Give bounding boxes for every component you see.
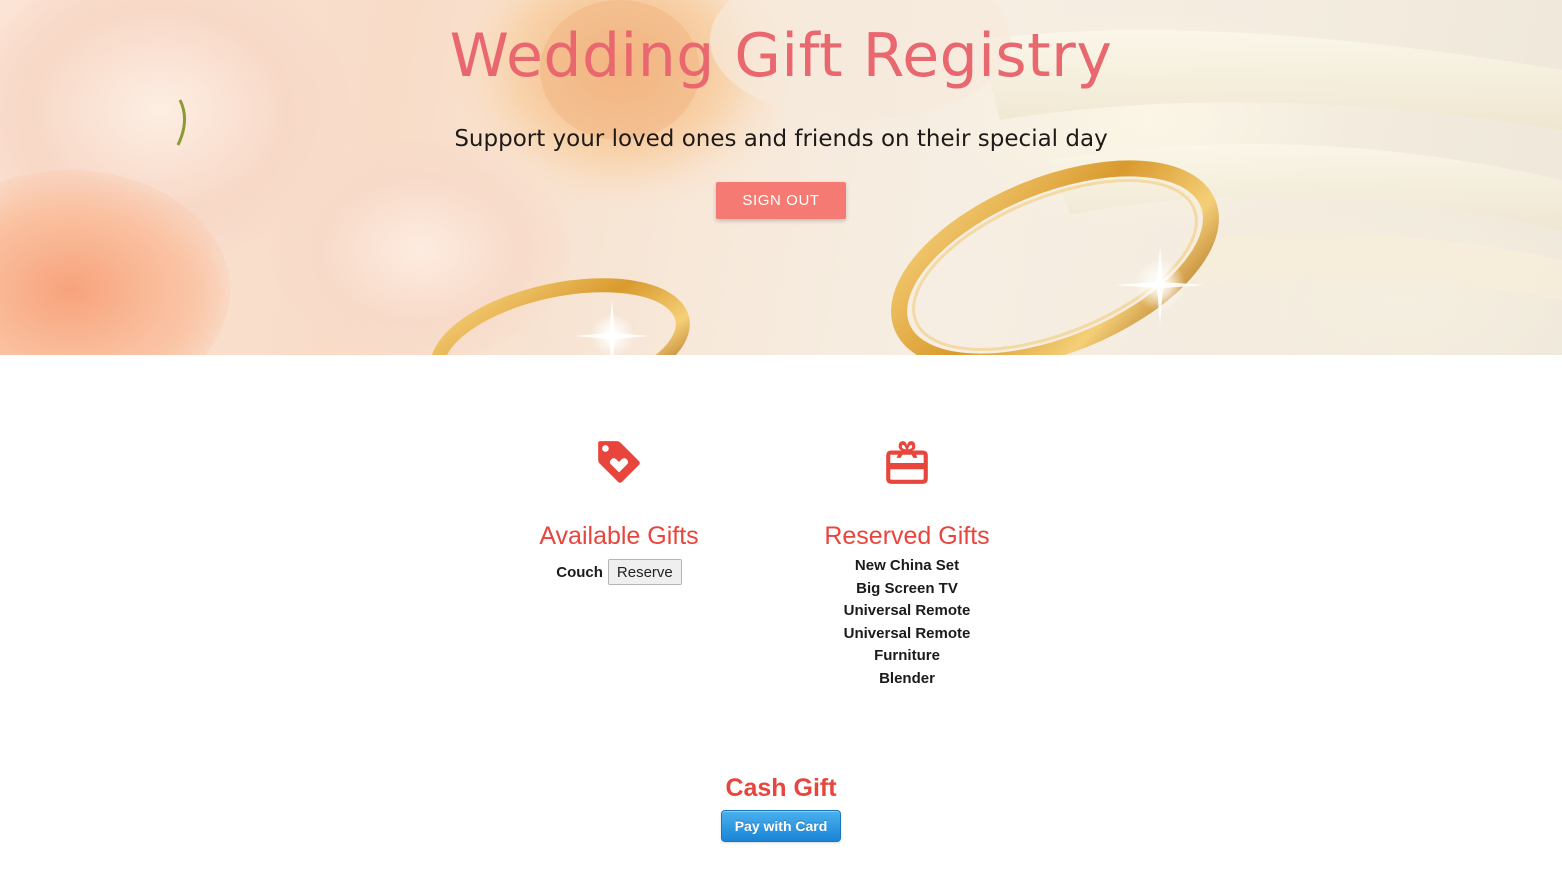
- gift-name: Couch: [556, 563, 603, 581]
- list-item: Furniture: [874, 647, 940, 665]
- sign-out-button[interactable]: SIGN OUT: [716, 182, 846, 219]
- pay-with-card-button[interactable]: Pay with Card: [721, 810, 841, 842]
- reserved-gifts-section: Reserved Gifts New China Set Big Screen …: [757, 437, 1057, 691]
- list-item: Blender: [879, 669, 935, 687]
- page-subtitle: Support your loved ones and friends on t…: [454, 126, 1108, 152]
- list-item: Big Screen TV: [856, 579, 958, 597]
- reserve-button[interactable]: Reserve: [607, 559, 682, 585]
- list-item: Universal Remote: [843, 624, 971, 642]
- list-item: Couch Reserve: [469, 559, 769, 585]
- reserved-gifts-heading: Reserved Gifts: [824, 522, 990, 550]
- heart-tag-icon: [598, 441, 640, 483]
- gift-card-icon: [886, 441, 928, 484]
- hero-banner: Wedding Gift Registry Support your loved…: [0, 0, 1562, 355]
- list-item: New China Set: [854, 557, 960, 574]
- registry-main: Available Gifts Couch Reserve Reserved G…: [0, 355, 1562, 874]
- available-gifts-section: Available Gifts Couch Reserve: [469, 437, 769, 585]
- page-title: Wedding Gift Registry: [449, 21, 1113, 91]
- cash-gift-section: Cash Gift Pay with Card: [0, 773, 1562, 842]
- cash-gift-heading: Cash Gift: [725, 774, 837, 802]
- hero-content: Wedding Gift Registry Support your loved…: [0, 0, 1562, 219]
- available-gifts-heading: Available Gifts: [539, 522, 699, 550]
- list-item: Universal Remote: [843, 602, 971, 620]
- reserved-gifts-list: New China Set Big Screen TV Universal Re…: [757, 555, 1057, 691]
